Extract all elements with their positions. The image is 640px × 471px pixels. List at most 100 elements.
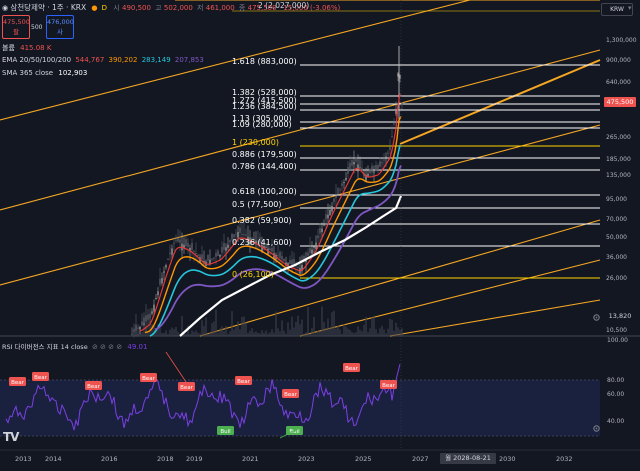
sma-label: SMA 365 close <box>2 69 54 77</box>
volume-bar <box>325 328 327 336</box>
price-axis-label: 1,300,000 <box>606 37 637 44</box>
price-axis-label: 135,000 <box>606 172 631 179</box>
buy-button[interactable]: 476,000 사 <box>46 15 74 39</box>
candle-body <box>343 182 345 183</box>
volume-bar <box>317 330 319 336</box>
fib-level-label: 0.886 (179,500) <box>232 150 297 159</box>
volume-bar <box>297 315 299 336</box>
fib-top-label: 2 (2,027,000) <box>258 1 310 10</box>
fib-level-label: 0.382 (59,900) <box>232 216 292 225</box>
candle-body <box>277 255 279 257</box>
sell-button[interactable]: 475,500 팔 <box>2 15 30 39</box>
symbol-label[interactable]: 삼천당제약 · 1주 · KRX <box>10 3 86 12</box>
candle-body <box>315 242 317 250</box>
candle-body <box>389 146 391 150</box>
volume-bar <box>221 326 223 336</box>
candle-body <box>309 247 311 253</box>
candle-body <box>279 252 281 258</box>
delete-icon[interactable]: ⊘ <box>108 343 114 351</box>
candle-body <box>383 159 385 161</box>
volume-bar <box>349 330 351 336</box>
bear-label: Bear <box>180 385 194 391</box>
volume-bar <box>141 332 143 336</box>
candle-body <box>239 227 241 233</box>
volume-bar <box>345 326 347 336</box>
volume-bar <box>283 330 285 336</box>
time-axis-label: 2013 <box>15 455 32 463</box>
volume-bar <box>159 327 161 336</box>
rsi-legend[interactable]: RSI 다이버전스 지표 14 close ⊘ ⊘ ⊘ ⊘ 49.01 <box>2 341 147 351</box>
price-pane[interactable] <box>0 0 600 336</box>
candle-body <box>171 248 173 255</box>
candle-body <box>207 254 209 261</box>
volume-bar <box>227 333 229 336</box>
volume-bar <box>271 329 273 336</box>
bull-label: Bull <box>289 429 300 435</box>
candle-body <box>169 252 171 254</box>
candle-body <box>311 249 313 254</box>
candle-body <box>319 228 321 234</box>
rsi-axis-label: 100.00 <box>607 337 628 344</box>
candle-body <box>387 152 389 154</box>
volume-bar <box>279 331 281 336</box>
candle-body <box>353 162 355 165</box>
volume-bar <box>379 328 381 336</box>
settings-icon[interactable]: ⊘ <box>100 343 106 351</box>
candle-body <box>345 178 347 181</box>
volume-bar <box>273 332 275 336</box>
candle-body <box>333 198 335 202</box>
volume-legend[interactable]: 볼륨 415.08 K <box>2 43 51 53</box>
rsi-value: 49.01 <box>127 343 148 351</box>
time-axis-label: 2025 <box>355 455 372 463</box>
candle-body <box>237 232 239 238</box>
candle-body <box>351 160 353 166</box>
eye-icon[interactable]: ⊘ <box>92 343 98 351</box>
candle-body <box>317 235 319 238</box>
candle-body <box>375 165 377 171</box>
price-axis-label: 70,000 <box>606 216 627 223</box>
candle-body <box>289 260 291 264</box>
candle-body <box>225 247 227 251</box>
price-chart[interactable]: Bear Bear Bear Bear Bear Bear Bear Bear Bear Bull… <box>0 0 640 471</box>
volume-bar <box>335 328 337 336</box>
candle-body <box>401 101 403 105</box>
volume-bar <box>399 329 401 336</box>
ema-legend[interactable]: EMA 20/50/100/200 544,767 390,202 283,14… <box>2 56 204 64</box>
candle-body <box>321 228 323 233</box>
candle-body <box>193 250 195 252</box>
buy-label: 사 <box>57 28 63 36</box>
settings-icon[interactable] <box>592 424 601 433</box>
candle-body <box>397 73 399 77</box>
volume-bar <box>173 329 175 336</box>
sell-price: 475,500 <box>3 18 30 26</box>
chevron-down-icon[interactable]: ▾ <box>628 4 632 12</box>
more-icon[interactable]: ⊘ <box>116 343 122 351</box>
tradingview-logo[interactable]: TV <box>3 430 20 444</box>
volume-bar <box>269 332 271 336</box>
candle-body <box>211 258 213 260</box>
candle-body <box>393 123 395 125</box>
volume-bar <box>341 333 343 336</box>
settings-icon[interactable] <box>592 313 601 322</box>
fib-level-label: 0 (26,100) <box>232 270 274 279</box>
bear-label: Bear <box>34 375 48 381</box>
candle-body <box>215 253 217 257</box>
volume-bar <box>365 316 367 336</box>
candle-body <box>243 234 245 236</box>
low-label: 저 <box>197 4 204 12</box>
market-dot-icon: ● <box>91 4 98 12</box>
sma-legend[interactable]: SMA 365 close 102,903 <box>2 69 87 77</box>
chevron-down-icon[interactable]: ◉ <box>2 4 8 12</box>
candle-body <box>161 278 163 284</box>
bear-divergence-marker: Bear <box>140 373 157 382</box>
candle-body <box>155 298 157 299</box>
candle-body <box>197 255 199 257</box>
volume-label: 볼륨 <box>2 44 15 52</box>
candle-body <box>185 239 187 246</box>
high-value: 502,000 <box>163 4 193 12</box>
candle-body <box>291 259 293 265</box>
volume-bar <box>167 333 169 336</box>
volume-bar <box>319 331 321 336</box>
candle-body <box>223 243 225 250</box>
volume-bar <box>311 327 313 336</box>
